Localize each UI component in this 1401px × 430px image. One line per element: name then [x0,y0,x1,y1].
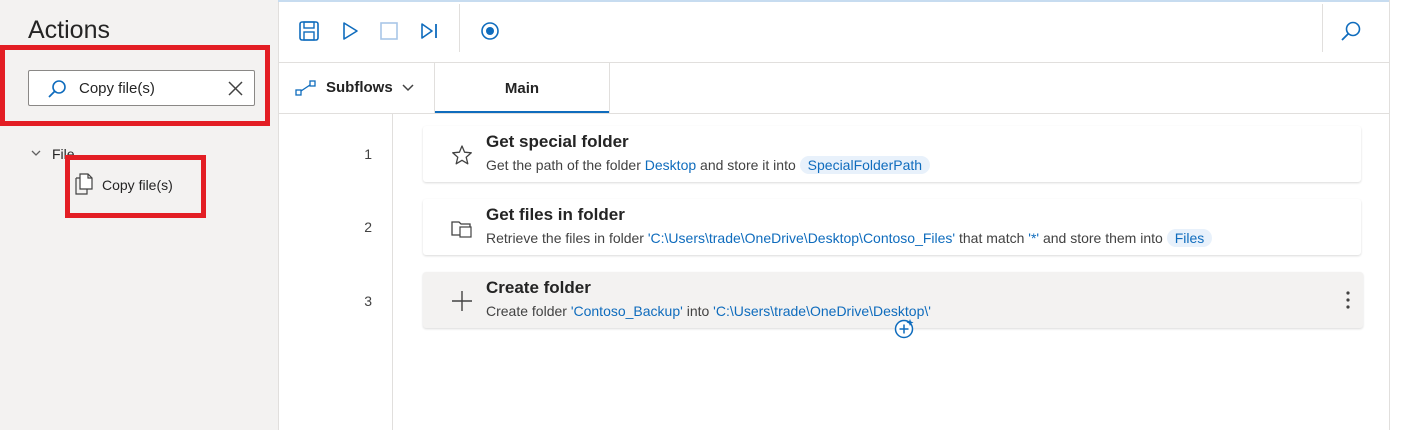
toolbar-divider [459,4,460,52]
vertical-scrollbar[interactable] [1389,0,1401,430]
line-number: 3 [364,293,372,309]
param-link: 'C:\Users\trade\OneDrive\Desktop\' [713,303,931,319]
step-description: Retrieve the files in folder 'C:\Users\t… [486,229,1213,247]
desc-text: Get the path of the folder [486,157,645,173]
copy-file-icon [75,173,93,195]
search-icon[interactable] [1340,20,1362,42]
actions-search-input[interactable]: Copy file(s) [28,70,255,106]
variable-pill: Files [1166,229,1213,247]
line-number-gutter: 1 2 3 [279,114,393,430]
step-title: Get special folder [486,132,629,151]
desc-text: Retrieve the files in folder [486,230,648,246]
folder-files-icon [451,221,472,238]
tab-active-indicator [435,111,609,113]
search-icon [48,80,66,98]
subflows-label: Subflows [326,79,393,96]
variable-pill: SpecialFolderPath [799,156,931,174]
line-number: 1 [364,146,372,162]
run-icon[interactable] [339,20,361,42]
chevron-down-icon [402,84,414,92]
desc-text: that match [955,230,1029,246]
chevron-down-icon [31,150,41,156]
tree-item-label: Copy file(s) [102,177,173,193]
step-description: Get the path of the folder Desktop and s… [486,156,931,174]
tab-main[interactable]: Main [435,63,610,113]
flow-step[interactable]: Get special folder Get the path of the f… [423,126,1361,182]
toolbar [279,2,1389,63]
desc-text: into [682,303,714,319]
run-next-action-icon[interactable] [418,20,440,42]
add-action-icon[interactable] [893,318,915,340]
subflows-dropdown[interactable]: Subflows [279,63,435,113]
record-icon[interactable] [479,20,501,42]
line-number: 2 [364,219,372,235]
step-title: Create folder [486,278,591,297]
search-value: Copy file(s) [79,80,155,97]
more-options-icon[interactable] [1345,290,1351,310]
star-icon [452,145,472,165]
step-description: Create folder 'Contoso_Backup' into 'C:\… [486,303,931,319]
desc-text: and store them into [1039,230,1167,246]
param-link: 'Contoso_Backup' [570,303,683,319]
stop-icon[interactable] [378,20,400,42]
param-link: '*' [1028,230,1040,246]
param-link: Desktop [644,157,697,173]
actions-title: Actions [28,16,110,44]
flow-step[interactable]: Get files in folder Retrieve the files i… [423,199,1361,255]
tree-group-label: File [52,146,75,162]
save-icon[interactable] [298,20,320,42]
toolbar-divider [1322,4,1323,52]
step-title: Get files in folder [486,205,625,224]
desc-text: Create folder [486,303,571,319]
tabs-row: Subflows Main [279,63,1389,114]
param-link: 'C:\Users\trade\OneDrive\Desktop\Contoso… [647,230,956,246]
close-icon[interactable] [227,80,244,97]
tab-main-label: Main [504,80,540,97]
plus-icon [452,291,472,311]
desc-text: and store it into [696,157,800,173]
actions-pane: Actions Copy file(s) File Copy file(s) [0,0,279,430]
subflows-icon [295,80,316,96]
